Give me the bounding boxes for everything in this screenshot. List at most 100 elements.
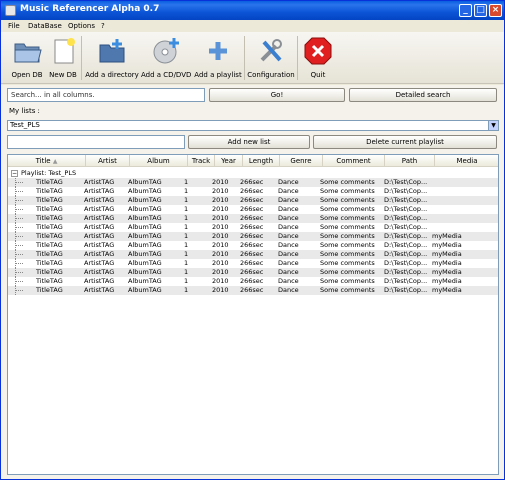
cell-artist: ArtistTAG: [84, 250, 115, 258]
cell-length: 266sec: [240, 223, 264, 231]
tools-icon: [260, 39, 282, 62]
cell-length: 266sec: [240, 178, 264, 186]
cell-album: AlbumTAG: [128, 187, 162, 195]
cell-comment: Some comments: [320, 223, 375, 231]
delete-playlist-button[interactable]: Delete current playlist: [313, 135, 497, 149]
detailed-search-button[interactable]: Detailed search: [349, 88, 497, 102]
cell-album: AlbumTAG: [128, 205, 162, 213]
configuration-button[interactable]: Configuration: [247, 34, 295, 82]
cell-media: myMedia: [432, 250, 462, 258]
go-button[interactable]: Go!: [209, 88, 345, 102]
tree-connector: [16, 254, 23, 255]
column-header-genre[interactable]: Genre: [280, 155, 323, 167]
track-table[interactable]: Title ▲ Artist Album Track Year Length G…: [7, 154, 499, 475]
menu-help[interactable]: ?: [101, 22, 105, 30]
table-row[interactable]: TitleTAG ArtistTAG AlbumTAG 1 2010 266sec Danc…: [8, 286, 498, 295]
table-row[interactable]: TitleTAG ArtistTAG AlbumTAG 1 2010 266sec Danc…: [8, 214, 498, 223]
column-header-title[interactable]: Title ▲: [8, 155, 86, 167]
cell-length: 266sec: [240, 286, 264, 294]
cell-comment: Some comments: [320, 241, 375, 249]
playlist-select[interactable]: Test_PLS ▼: [7, 120, 499, 131]
playlist-group-row[interactable]: − Playlist: Test_PLS: [8, 169, 498, 178]
cell-artist: ArtistTAG: [84, 232, 115, 240]
menu-options[interactable]: Options: [68, 22, 95, 30]
tree-connector: [16, 236, 23, 237]
cell-title: TitleTAG: [36, 250, 63, 258]
menu-bar: File DataBase Options ?: [1, 20, 504, 32]
collapse-icon[interactable]: −: [11, 170, 18, 177]
cell-year: 2010: [212, 232, 229, 240]
table-row[interactable]: TitleTAG ArtistTAG AlbumTAG 1 2010 266sec Danc…: [8, 223, 498, 232]
table-header: Title ▲ Artist Album Track Year Length G…: [8, 155, 498, 167]
cell-length: 266sec: [240, 259, 264, 267]
new-document-icon: [54, 38, 75, 64]
cell-title: TitleTAG: [36, 286, 63, 294]
add-directory-button[interactable]: Add a directory: [85, 34, 139, 82]
cell-length: 266sec: [240, 187, 264, 195]
table-row[interactable]: TitleTAG ArtistTAG AlbumTAG 1 2010 266sec Danc…: [8, 277, 498, 286]
add-new-list-button[interactable]: Add new list: [188, 135, 310, 149]
cell-artist: ArtistTAG: [84, 259, 115, 267]
title-bar: Music Referencer Alpha 0.7 _ □ ×: [1, 1, 504, 20]
cell-genre: Dance: [278, 286, 299, 294]
tree-connector: [16, 272, 23, 273]
cell-media: myMedia: [432, 277, 462, 285]
table-row[interactable]: TitleTAG ArtistTAG AlbumTAG 1 2010 266sec Danc…: [8, 268, 498, 277]
table-row[interactable]: TitleTAG ArtistTAG AlbumTAG 1 2010 266sec Danc…: [8, 259, 498, 268]
table-row[interactable]: TitleTAG ArtistTAG AlbumTAG 1 2010 266sec Danc…: [8, 250, 498, 259]
cell-media: myMedia: [432, 232, 462, 240]
cell-length: 266sec: [240, 250, 264, 258]
table-row[interactable]: TitleTAG ArtistTAG AlbumTAG 1 2010 266sec Danc…: [8, 232, 498, 241]
cell-title: TitleTAG: [36, 232, 63, 240]
cell-length: 266sec: [240, 232, 264, 240]
close-button[interactable]: ×: [489, 4, 502, 17]
cell-length: 266sec: [240, 214, 264, 222]
new-list-input[interactable]: [7, 135, 185, 149]
column-header-album[interactable]: Album: [130, 155, 188, 167]
maximize-button[interactable]: □: [474, 4, 487, 17]
new-db-button[interactable]: New DB: [47, 34, 79, 82]
open-db-button[interactable]: Open DB: [7, 34, 47, 82]
column-header-path[interactable]: Path: [385, 155, 435, 167]
cell-artist: ArtistTAG: [84, 223, 115, 231]
cell-comment: Some comments: [320, 214, 375, 222]
cell-path: D:\Test\Cop...: [384, 196, 428, 204]
column-header-media[interactable]: Media: [435, 155, 498, 167]
cell-year: 2010: [212, 241, 229, 249]
cell-genre: Dance: [278, 268, 299, 276]
cell-title: TitleTAG: [36, 241, 63, 249]
column-header-artist[interactable]: Artist: [86, 155, 130, 167]
cell-track: 1: [184, 259, 189, 267]
add-cd-button[interactable]: Add a CD/DVD: [141, 34, 191, 82]
cell-year: 2010: [212, 223, 229, 231]
column-header-comment[interactable]: Comment: [323, 155, 385, 167]
cell-track: 1: [184, 223, 189, 231]
cell-comment: Some comments: [320, 250, 375, 258]
cell-album: AlbumTAG: [128, 241, 162, 249]
column-header-track[interactable]: Track: [188, 155, 215, 167]
table-row[interactable]: TitleTAG ArtistTAG AlbumTAG 1 2010 266sec Danc…: [8, 241, 498, 250]
minimize-button[interactable]: _: [459, 4, 472, 17]
table-row[interactable]: TitleTAG ArtistTAG AlbumTAG 1 2010 266sec Danc…: [8, 178, 498, 187]
cell-year: 2010: [212, 178, 229, 186]
table-row[interactable]: TitleTAG ArtistTAG AlbumTAG 1 2010 266sec Danc…: [8, 205, 498, 214]
search-input[interactable]: Search... in all columns.: [7, 88, 205, 102]
column-header-length[interactable]: Length: [243, 155, 280, 167]
table-row[interactable]: TitleTAG ArtistTAG AlbumTAG 1 2010 266sec Danc…: [8, 196, 498, 205]
cell-album: AlbumTAG: [128, 259, 162, 267]
menu-file[interactable]: File: [8, 22, 20, 30]
column-header-year[interactable]: Year: [215, 155, 243, 167]
cell-path: D:\Test\Cop...: [384, 250, 428, 258]
cell-genre: Dance: [278, 214, 299, 222]
cell-year: 2010: [212, 268, 229, 276]
cell-album: AlbumTAG: [128, 232, 162, 240]
table-row[interactable]: TitleTAG ArtistTAG AlbumTAG 1 2010 266sec Danc…: [8, 187, 498, 196]
cell-media: myMedia: [432, 259, 462, 267]
toolbar-separator: [297, 36, 298, 80]
tree-connector: [16, 263, 23, 264]
cell-comment: Some comments: [320, 205, 375, 213]
menu-database[interactable]: DataBase: [28, 22, 62, 30]
cell-year: 2010: [212, 187, 229, 195]
add-playlist-button[interactable]: Add a playlist: [193, 34, 243, 82]
quit-button[interactable]: Quit: [301, 34, 335, 82]
